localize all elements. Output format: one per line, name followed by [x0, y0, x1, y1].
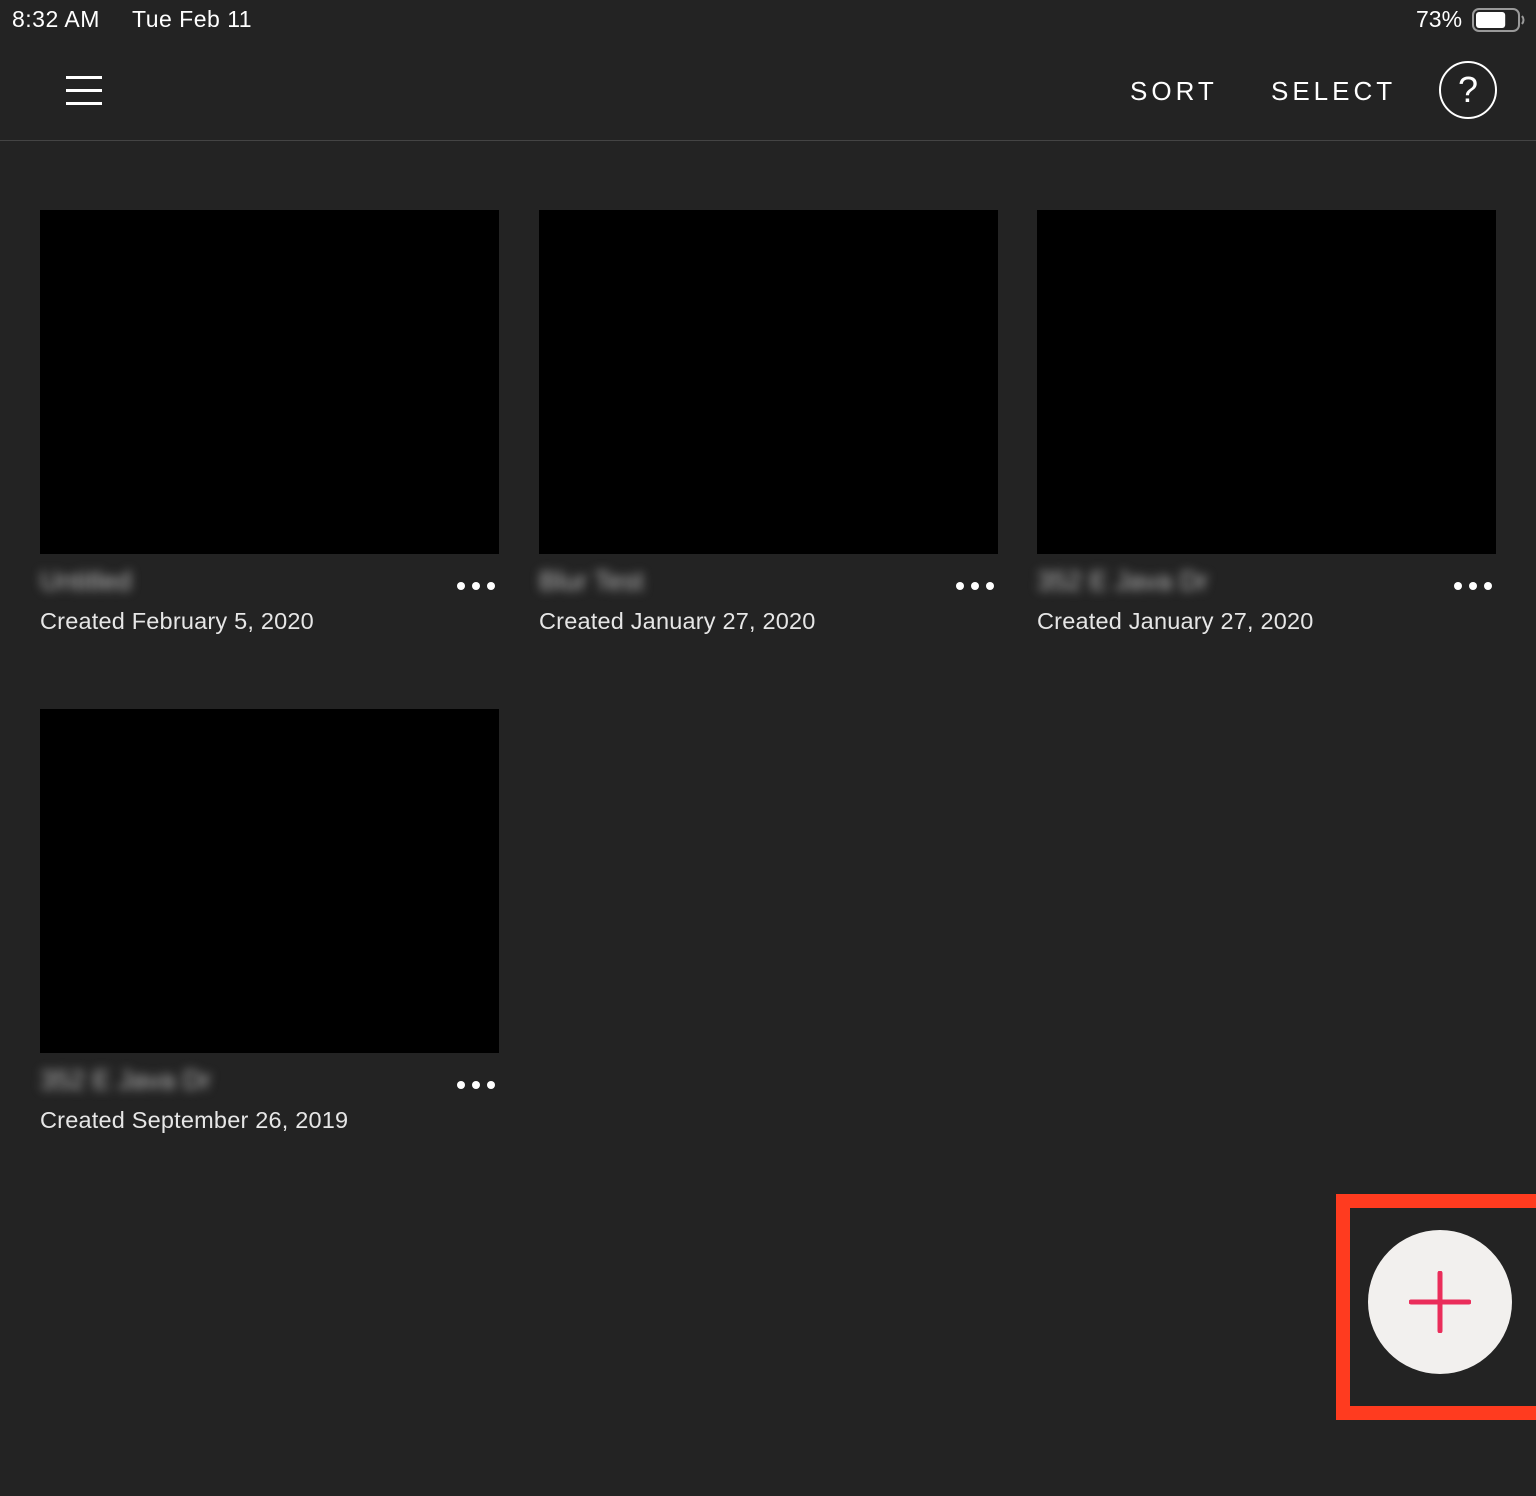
project-card: Untitled Created February 5, 2020 — [40, 210, 499, 650]
hamburger-menu-icon[interactable] — [62, 76, 106, 106]
project-card: Blur Test Created January 27, 2020 — [539, 210, 998, 650]
project-thumbnail[interactable] — [1037, 210, 1496, 554]
more-horizontal-icon[interactable] — [953, 572, 997, 596]
project-card: 352 E Java Dr Created January 27, 2020 — [1037, 210, 1496, 650]
add-project-button[interactable] — [1368, 1230, 1512, 1374]
sort-button[interactable]: SORT — [1130, 76, 1218, 107]
select-button[interactable]: SELECT — [1271, 76, 1396, 107]
project-date: Created January 27, 2020 — [1037, 608, 1314, 634]
plus-icon — [1409, 1271, 1471, 1333]
project-date: Created September 26, 2019 — [40, 1107, 349, 1133]
project-title[interactable]: 352 E Java Dr — [1037, 566, 1208, 597]
help-glyph: ? — [1458, 69, 1478, 110]
status-bar: 8:32 AM Tue Feb 11 73% — [0, 0, 1536, 40]
more-horizontal-icon[interactable] — [1451, 572, 1495, 596]
status-date: Tue Feb 11 — [132, 6, 253, 32]
project-thumbnail[interactable] — [40, 709, 499, 1053]
battery-icon — [1472, 8, 1525, 32]
project-thumbnail[interactable] — [539, 210, 998, 554]
more-horizontal-icon[interactable] — [454, 572, 498, 596]
project-title[interactable]: Untitled — [40, 566, 132, 597]
project-date: Created January 27, 2020 — [539, 608, 816, 634]
more-horizontal-icon[interactable] — [454, 1071, 498, 1095]
toolbar: SORT SELECT ? — [0, 40, 1536, 141]
project-title[interactable]: Blur Test — [539, 566, 644, 597]
battery-percent: 73% — [1416, 6, 1463, 32]
project-thumbnail[interactable] — [40, 210, 499, 554]
project-card: 352 E Java Dr Created September 26, 2019 — [40, 709, 499, 1149]
project-date: Created February 5, 2020 — [40, 608, 314, 634]
project-title[interactable]: 352 E Java Dr — [40, 1065, 211, 1096]
status-time: 8:32 AM — [12, 6, 100, 32]
question-circle-icon[interactable]: ? — [1438, 60, 1498, 120]
